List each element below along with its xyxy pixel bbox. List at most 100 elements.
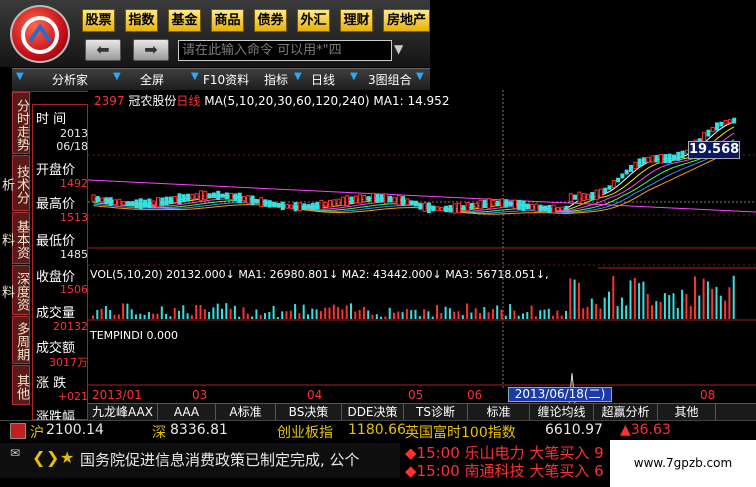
volume-bar [405, 309, 408, 319]
volume-bar [186, 313, 189, 319]
app-logo-icon[interactable] [10, 5, 70, 63]
candlestick [530, 203, 535, 211]
volume-bar [328, 307, 331, 319]
dropdown-arrow-icon[interactable]: ▼ [16, 71, 24, 82]
volume-bar [522, 313, 524, 319]
side-tab-deep[interactable]: 深度资料 [0, 265, 30, 315]
tab-commodities[interactable]: 商品 [211, 9, 244, 32]
candlestick [555, 206, 560, 211]
tab-bs-decision[interactable]: BS决策 [276, 404, 342, 420]
volume-bar [367, 310, 370, 319]
candlestick [551, 204, 556, 214]
tab-realestate[interactable]: 房地产 [383, 9, 430, 32]
candlestick [125, 201, 130, 206]
command-dropdown-icon[interactable]: ▼ [394, 42, 403, 56]
volume-bar [706, 281, 709, 319]
volume-bar [233, 305, 236, 319]
forward-button[interactable]: ➡ [133, 39, 169, 61]
volume-bar [307, 314, 309, 319]
tab-stocks[interactable]: 股票 [82, 9, 115, 32]
side-tab-timeshare[interactable]: 分时走势 [12, 92, 30, 154]
volume-bar [608, 291, 610, 319]
tab-finance[interactable]: 理财 [340, 9, 373, 32]
alert-text: 南通科技 大笔买入 6 [464, 462, 604, 480]
news-prev-icon[interactable]: ❮ [32, 448, 45, 467]
candlestick [646, 156, 651, 163]
low-label: 最低价 [36, 234, 76, 249]
news-next-icon[interactable]: ❯ [46, 448, 59, 467]
volume-bar [547, 308, 550, 319]
news-headline[interactable]: 国务院促进信息消费政策已制定完成, 公个 [80, 449, 360, 470]
candlestick [624, 169, 629, 175]
dropdown-arrow-icon[interactable]: ▼ [113, 71, 121, 82]
candlestick [667, 153, 672, 163]
candlestick [663, 154, 668, 164]
candlestick [629, 165, 633, 172]
dropdown-arrow-icon[interactable]: ▼ [350, 71, 358, 82]
candlestick [474, 202, 479, 208]
trade-alert-2[interactable]: ◆15:00 南通科技 大笔买入 6 [405, 460, 604, 481]
volume-bar [380, 316, 383, 319]
cyb-label: 创业板指 [277, 425, 333, 441]
tab-aaa[interactable]: AAA [158, 404, 216, 420]
tab-funds[interactable]: 基金 [168, 9, 201, 32]
x-axis-label: 06 [467, 388, 483, 402]
candlestick [637, 158, 642, 168]
tab-bonds[interactable]: 债券 [254, 9, 287, 32]
volume-bar [212, 307, 215, 319]
tab-forex[interactable]: 外汇 [297, 9, 330, 32]
tab-standard[interactable]: 标准 [468, 404, 530, 420]
tab-chaoying[interactable]: 超赢分析 [594, 404, 658, 420]
analyst-button[interactable]: 分析家 [52, 71, 88, 88]
tab-ts-diagnosis[interactable]: TS诊断 [404, 404, 468, 420]
f10-button[interactable]: F10资料 [203, 71, 249, 88]
candlestick [478, 199, 483, 210]
side-tab-other[interactable]: 其他 [12, 365, 30, 405]
candlestick [95, 196, 100, 202]
candlestick [164, 196, 169, 206]
candlestick [525, 203, 530, 210]
daily-button[interactable]: 日线 [311, 71, 335, 88]
tab-dde-decision[interactable]: DDE决策 [342, 404, 404, 420]
dropdown-arrow-icon[interactable]: ▼ [191, 71, 199, 82]
candlestick [543, 205, 547, 212]
volume-bar [173, 307, 176, 319]
back-button[interactable]: ⬅ [85, 39, 121, 61]
volume-bar [595, 303, 598, 319]
layout-3-button[interactable]: 3图组合 [368, 71, 412, 88]
tempindi-info: TEMPINDI 0.000 [90, 329, 178, 342]
kline-chart[interactable] [88, 90, 756, 420]
volume-bar [500, 309, 503, 319]
volume-bar [586, 306, 589, 319]
volume-bar [646, 293, 649, 319]
volume-bar [190, 315, 193, 319]
fullscreen-button[interactable]: 全屏 [140, 71, 164, 88]
candlestick [418, 203, 423, 210]
tab-index[interactable]: 指数 [125, 9, 158, 32]
command-input[interactable]: 请在此输入命令 可以用*"四 [178, 40, 392, 61]
side-tab-basic[interactable]: 基本资料 [0, 212, 30, 264]
ticker-menu-icon[interactable] [10, 423, 26, 439]
mail-icon[interactable]: ✉ [10, 446, 20, 460]
volume-bar [272, 305, 275, 319]
dropdown-arrow-icon[interactable]: ▼ [416, 71, 424, 82]
candlestick [250, 195, 255, 206]
tab-a-standard[interactable]: A标准 [216, 404, 276, 420]
volume-bar [156, 313, 159, 319]
candlestick [168, 196, 173, 204]
volume-bar [582, 308, 585, 319]
tab-jiulongfeng[interactable]: 九龙峰AAX [88, 404, 158, 420]
news-star-icon[interactable]: ★ [60, 448, 74, 467]
candlestick [203, 190, 208, 201]
volume-bar [246, 313, 249, 319]
side-tab-multiperiod[interactable]: 多周期 [12, 316, 30, 364]
indicator-button[interactable]: 指标 [264, 71, 288, 88]
side-tab-technical[interactable]: 技术分析 [0, 155, 30, 211]
volume-bar [517, 315, 520, 319]
tab-other[interactable]: 其他 [658, 404, 716, 420]
tab-chan-ma[interactable]: 缠论均线 [530, 404, 594, 420]
dropdown-arrow-icon[interactable]: ▼ [294, 71, 302, 82]
candlestick [715, 122, 719, 131]
volume-bar [513, 310, 516, 319]
volume-bar [448, 308, 451, 319]
